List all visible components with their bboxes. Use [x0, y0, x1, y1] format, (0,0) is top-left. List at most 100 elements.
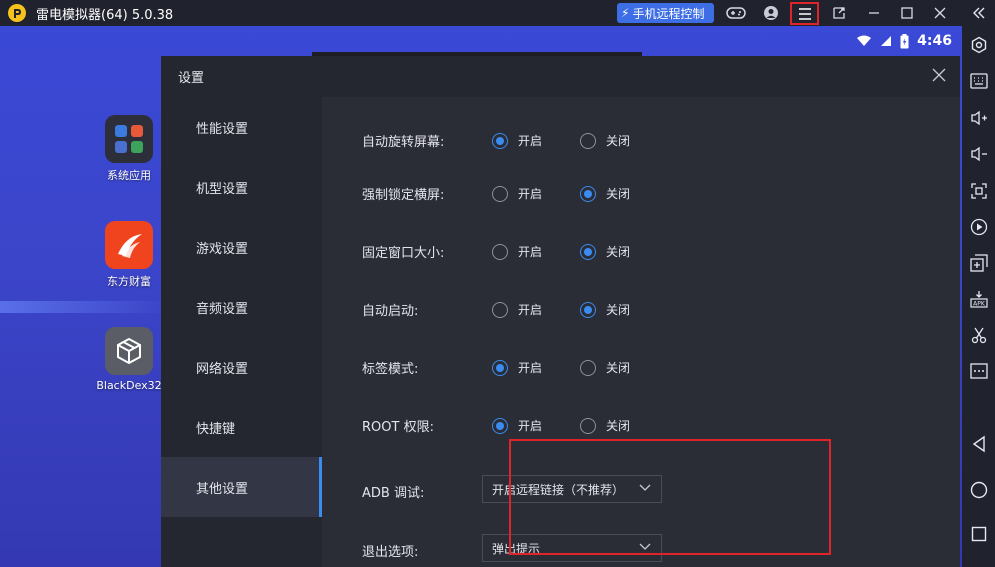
nav-item-game[interactable]: 游戏设置: [161, 217, 322, 277]
option-label: ROOT 权限:: [362, 419, 434, 435]
option-label: 固定窗口大小:: [362, 245, 445, 261]
volume-down-icon[interactable]: [968, 143, 990, 165]
radio-label: 关闭: [606, 419, 631, 433]
maximize-icon[interactable]: [897, 3, 917, 23]
auto-rotate-off[interactable]: 关闭: [580, 132, 630, 149]
desktop-app-system[interactable]: 系统应用: [94, 115, 164, 183]
option-label: 自动旋转屏幕:: [362, 134, 445, 150]
option-label: 强制锁定横屏:: [362, 187, 445, 203]
nav-item-audio[interactable]: 音频设置: [161, 277, 322, 337]
option-adb-debug: ADB 调试:: [362, 479, 492, 503]
auto-start-off[interactable]: 关闭: [580, 301, 630, 318]
battery-charging-icon: [900, 33, 909, 49]
user-avatar-icon[interactable]: [761, 3, 781, 23]
status-time: 4:46: [917, 33, 952, 49]
desktop-app-blackdex[interactable]: BlackDex32: [94, 327, 164, 392]
radio-label: 开启: [518, 361, 543, 375]
radio-button[interactable]: [492, 417, 508, 434]
settings-dialog-header: 设置: [161, 56, 960, 97]
remote-control-label: 手机远程控制: [632, 6, 705, 21]
nav-item-network[interactable]: 网络设置: [161, 337, 322, 397]
home-icon[interactable]: [968, 479, 990, 501]
radio-button[interactable]: [580, 359, 596, 376]
radio-label: 开启: [518, 303, 543, 317]
settings-gear-icon[interactable]: [968, 34, 990, 56]
radio-label: 关闭: [606, 245, 631, 259]
remote-control-button[interactable]: ⚡ 手机远程控制: [617, 3, 714, 23]
tab-mode-on[interactable]: 开启: [492, 359, 542, 376]
radio-button[interactable]: [580, 417, 596, 434]
collapse-toolbar-icon[interactable]: [968, 2, 990, 24]
option-tab-mode: 标签模式:: [362, 355, 492, 379]
force-landscape-on[interactable]: 开启: [492, 185, 542, 202]
desktop-app-label: 东方财富: [107, 275, 151, 288]
close-window-icon[interactable]: [930, 3, 950, 23]
nav-item-shortcuts[interactable]: 快捷键: [161, 397, 322, 457]
radio-button[interactable]: [492, 301, 508, 318]
volume-up-icon[interactable]: [968, 107, 990, 129]
hamburger-menu-icon: [798, 7, 811, 20]
scissors-screenshot-icon[interactable]: [968, 324, 990, 346]
force-landscape-off[interactable]: 关闭: [580, 185, 630, 202]
system-apps-icon: [105, 115, 153, 163]
option-label: 自动启动:: [362, 303, 419, 319]
radio-label: 关闭: [606, 303, 631, 317]
radio-button[interactable]: [492, 359, 508, 376]
minimize-icon[interactable]: [864, 3, 884, 23]
menu-button[interactable]: [790, 2, 819, 25]
radio-button[interactable]: [492, 185, 508, 202]
bolt-icon: ⚡: [621, 6, 630, 20]
multi-instance-icon[interactable]: [968, 252, 990, 274]
root-on[interactable]: 开启: [492, 417, 542, 434]
nav-item-performance[interactable]: 性能设置: [161, 97, 322, 157]
radio-button[interactable]: [580, 243, 596, 260]
desktop-app-eastmoney[interactable]: 东方财富: [94, 221, 164, 289]
fixed-window-on[interactable]: 开启: [492, 243, 542, 260]
fixed-window-off[interactable]: 关闭: [580, 243, 630, 260]
recent-apps-icon[interactable]: [968, 523, 990, 545]
radio-label: 开启: [518, 187, 543, 201]
eastmoney-icon: [105, 221, 153, 269]
fullscreen-icon[interactable]: [968, 180, 990, 202]
radio-button[interactable]: [580, 185, 596, 202]
restore-layout-icon[interactable]: [829, 3, 849, 23]
auto-rotate-on[interactable]: 开启: [492, 132, 542, 149]
settings-content: 自动旋转屏幕: 开启 关闭 强制锁定横屏: 开启 关闭 固定窗口大小: 开启 关…: [322, 97, 960, 567]
radio-label: 关闭: [606, 134, 631, 148]
record-operation-icon[interactable]: [968, 216, 990, 238]
option-fixed-window-size: 固定窗口大小:: [362, 239, 492, 263]
radio-label: 开启: [518, 419, 543, 433]
option-root-permission: ROOT 权限:: [362, 413, 492, 437]
nav-item-model[interactable]: 机型设置: [161, 157, 322, 217]
svg-text:APK: APK: [973, 301, 986, 308]
root-off[interactable]: 关闭: [580, 417, 630, 434]
radio-label: 开启: [518, 134, 543, 148]
highlight-box: [509, 439, 831, 555]
option-label: 标签模式:: [362, 361, 419, 377]
radio-button[interactable]: [580, 301, 596, 318]
install-apk-icon[interactable]: APK: [968, 288, 990, 310]
radio-button[interactable]: [492, 132, 508, 149]
right-toolbar: APK: [962, 0, 995, 567]
auto-start-on[interactable]: 开启: [492, 301, 542, 318]
more-options-icon[interactable]: [968, 360, 990, 382]
radio-label: 开启: [518, 245, 543, 259]
signal-icon: [880, 35, 892, 47]
option-auto-start: 自动启动:: [362, 297, 492, 321]
radio-label: 关闭: [606, 361, 631, 375]
blackdex-icon: [105, 327, 153, 375]
nav-item-other[interactable]: 其他设置: [161, 457, 322, 517]
settings-nav: 性能设置 机型设置 游戏设置 音频设置 网络设置 快捷键 其他设置: [161, 97, 322, 567]
settings-dialog: 设置 性能设置 机型设置 游戏设置 音频设置 网络设置 快捷键 其他设置 自动旋…: [161, 56, 960, 567]
gamepad-icon[interactable]: [726, 3, 746, 23]
window-title: 雷电模拟器(64) 5.0.38: [36, 7, 174, 23]
option-exit: 退出选项:: [362, 538, 492, 562]
radio-button[interactable]: [492, 243, 508, 260]
keyboard-icon[interactable]: [968, 70, 990, 92]
option-label: 退出选项:: [362, 544, 419, 560]
tab-mode-off[interactable]: 关闭: [580, 359, 630, 376]
close-dialog-icon[interactable]: [932, 68, 948, 84]
back-icon[interactable]: [968, 433, 990, 455]
title-bar: 雷电模拟器(64) 5.0.38 ⚡ 手机远程控制: [0, 0, 995, 26]
radio-button[interactable]: [580, 132, 596, 149]
